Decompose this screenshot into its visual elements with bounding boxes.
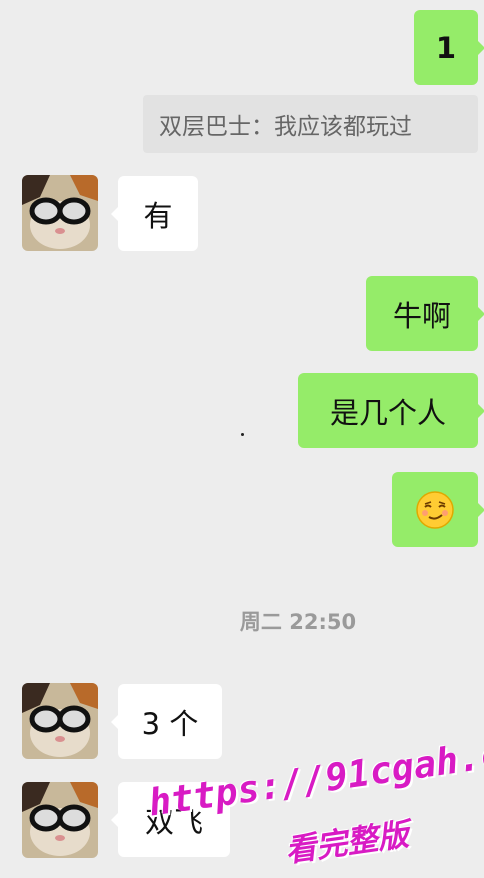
outgoing-message-bubble[interactable]: 1 — [414, 10, 484, 85]
contact-avatar[interactable] — [22, 683, 98, 759]
chat-timestamp: 周二 22:50 — [239, 610, 357, 634]
incoming-message-bubble[interactable]: 3 个 — [111, 684, 222, 759]
outgoing-message-bubble[interactable] — [392, 472, 484, 547]
outgoing-message-bubble[interactable]: 是几个人 — [298, 373, 484, 448]
message-text: 是几个人 — [329, 395, 446, 430]
smirking-face-emoji-icon — [416, 490, 454, 529]
incoming-message-bubble[interactable]: 有 — [111, 176, 198, 251]
contact-avatar[interactable] — [22, 175, 98, 251]
message-text: 有 — [143, 198, 173, 233]
cat-with-glasses-avatar-icon — [22, 782, 98, 858]
cat-with-glasses-avatar-icon — [22, 175, 98, 251]
quoted-message[interactable]: 双层巴士：我应该都玩过 — [143, 95, 478, 153]
watermark-subtitle: 看完整版 — [283, 816, 411, 870]
contact-avatar[interactable] — [22, 782, 98, 858]
quoted-message-text: 双层巴士：我应该都玩过 — [159, 114, 412, 140]
cat-with-glasses-avatar-icon — [22, 683, 98, 759]
message-text: 3 个 — [141, 706, 199, 741]
stray-dot — [241, 433, 244, 436]
message-text: 1 — [435, 30, 457, 65]
outgoing-message-bubble[interactable]: 牛啊 — [366, 276, 484, 351]
message-text: 牛啊 — [392, 298, 451, 333]
